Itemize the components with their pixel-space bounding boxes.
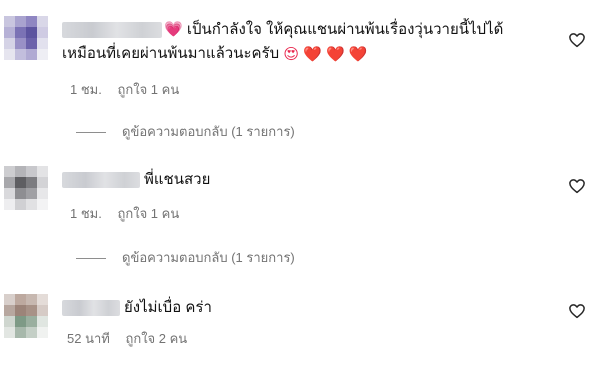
comment-text-line1: 💗 เป็นกำลังใจ ให้คุณแชนผ่านพ้นเรื่องวุ่น… <box>164 21 504 38</box>
comment-time[interactable]: 1 ชม. <box>70 206 102 221</box>
like-heart-icon[interactable] <box>568 302 586 320</box>
comment-time[interactable]: 52 นาที <box>67 331 110 346</box>
comment-2: พี่แชนสวย 1 ชม. ถูกใจ 1 คน ดูข้อความตอบก… <box>0 160 600 265</box>
comment-meta: 1 ชม. ถูกใจ 1 คน <box>70 203 191 224</box>
comment-1: 💗 เป็นกำลังใจ ให้คุณแชนผ่านพ้นเรื่องวุ่น… <box>0 0 600 160</box>
emoji-group: 😍 ❤️ ❤️ ❤️ <box>283 46 368 63</box>
comment-text-line2: เหมือนที่เคยผ่านพ้นมาแล้วนะครับ 😍 ❤️ ❤️ … <box>62 42 367 66</box>
like-heart-icon[interactable] <box>568 177 586 195</box>
comment-likes[interactable]: ถูกใจ 2 คน <box>125 331 187 346</box>
view-replies-button[interactable]: ดูข้อความตอบกลับ (1 รายการ) <box>76 247 295 268</box>
replies-divider-line <box>76 132 106 134</box>
avatar[interactable] <box>4 166 48 210</box>
username-blurred[interactable] <box>62 22 162 38</box>
comment-meta: 52 นาที ถูกใจ 2 คน <box>67 328 199 349</box>
comment-likes[interactable]: ถูกใจ 1 คน <box>117 206 179 221</box>
view-replies-label: ดูข้อความตอบกลับ (1 รายการ) <box>122 124 295 139</box>
replies-divider-line <box>76 258 106 260</box>
comment-3: ยังไม่เบื่อ คร่า 52 นาที ถูกใจ 2 คน <box>0 280 600 373</box>
view-replies-button[interactable]: ดูข้อความตอบกลับ (1 รายการ) <box>76 121 295 142</box>
comment-text-line2-prefix: เหมือนที่เคยผ่านพ้นมาแล้วนะครับ <box>62 45 280 62</box>
avatar[interactable] <box>4 294 48 338</box>
comment-likes[interactable]: ถูกใจ 1 คน <box>117 82 179 97</box>
like-heart-icon[interactable] <box>568 31 586 49</box>
username-blurred[interactable] <box>62 300 120 316</box>
comment-time[interactable]: 1 ชม. <box>70 82 102 97</box>
view-replies-label: ดูข้อความตอบกลับ (1 รายการ) <box>122 250 295 265</box>
comment-text-line1: ยังไม่เบื่อ คร่า <box>124 299 212 316</box>
avatar[interactable] <box>4 16 48 60</box>
comment-meta: 1 ชม. ถูกใจ 1 คน <box>70 79 191 100</box>
comment-text-line1: พี่แชนสวย <box>144 171 211 188</box>
username-blurred[interactable] <box>62 172 140 188</box>
